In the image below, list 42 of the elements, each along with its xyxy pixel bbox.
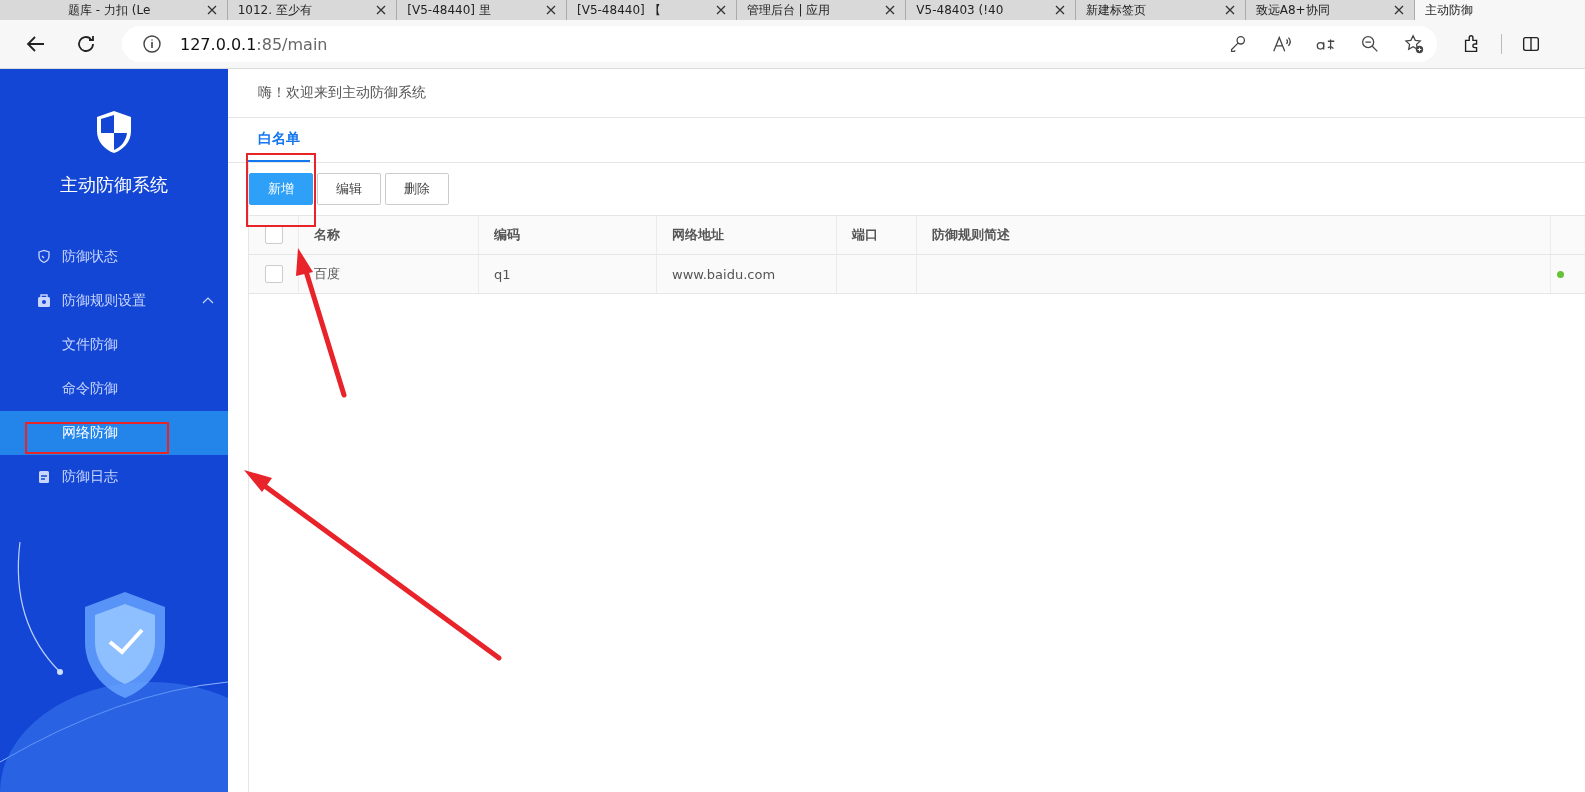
close-icon[interactable]: [1224, 5, 1235, 15]
welcome-text: 嗨！欢迎来到主动防御系统: [228, 69, 1585, 118]
action-button[interactable]: 编辑: [317, 173, 381, 205]
url-text[interactable]: 127.0.0.1:85/main: [180, 34, 328, 54]
clipboard-icon: [36, 469, 52, 485]
close-icon[interactable]: [376, 5, 387, 15]
close-icon[interactable]: [546, 5, 556, 15]
tab[interactable]: 白名单: [248, 118, 310, 162]
info-icon[interactable]: [142, 34, 162, 54]
browser-tab[interactable]: [V5-48440] 里: [397, 0, 567, 20]
browser-tab[interactable]: 主动防御: [1415, 0, 1585, 20]
checkbox[interactable]: [265, 265, 283, 283]
close-icon[interactable]: [1055, 5, 1066, 15]
column-header: 防御规则简述: [917, 216, 1551, 254]
column-header: 网络地址: [657, 216, 837, 254]
star-add-icon[interactable]: [1403, 33, 1425, 55]
browser-tab[interactable]: V5-48403 (!40: [906, 0, 1077, 20]
table-cell: www.baidu.com: [672, 266, 776, 282]
submenu-item[interactable]: 命令防御: [0, 367, 228, 411]
close-icon[interactable]: [1394, 5, 1405, 15]
column-header: 端口: [837, 216, 917, 254]
browser-tab[interactable]: 题库 - 力扣 (Le: [58, 0, 228, 20]
action-button[interactable]: 删除: [385, 173, 449, 205]
close-icon[interactable]: [885, 5, 896, 15]
shield-icon: [36, 249, 52, 265]
menu-item[interactable]: 防御状态: [0, 235, 228, 279]
browser-tab[interactable]: 新建标签页: [1076, 0, 1246, 20]
close-icon[interactable]: [206, 5, 217, 15]
column-header: 编码: [479, 216, 657, 254]
system-title: 主动防御系统: [60, 173, 168, 197]
table-cell: q1: [494, 266, 511, 282]
briefcase-icon: [36, 293, 52, 309]
menu-item[interactable]: 防御规则设置: [0, 279, 228, 323]
address-bar[interactable]: 127.0.0.1:85/main: [122, 26, 1437, 62]
menu-item[interactable]: 防御日志: [0, 455, 228, 499]
close-icon[interactable]: [715, 5, 726, 15]
browser-tab[interactable]: 管理后台 | 应用: [736, 0, 907, 20]
browser-tab[interactable]: 1012. 至少有: [227, 0, 398, 20]
submenu-item[interactable]: 网络防御: [0, 411, 228, 455]
submenu-item[interactable]: 文件防御: [0, 323, 228, 367]
table-cell: 百度: [314, 265, 340, 283]
browser-tab[interactable]: [V5-48440] 【: [567, 0, 737, 20]
